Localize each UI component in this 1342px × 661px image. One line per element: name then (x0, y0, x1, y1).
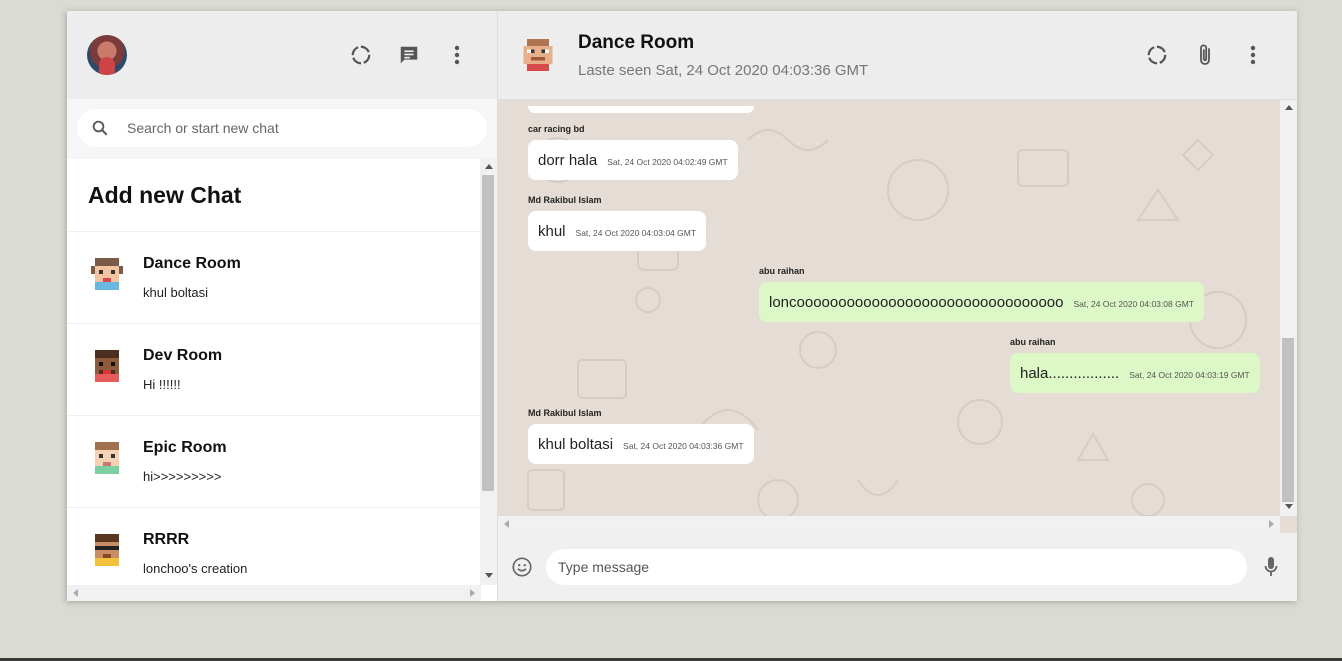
new-chat-icon[interactable] (397, 43, 421, 67)
chat-scrollbar[interactable] (1280, 100, 1297, 516)
chat-item-name: RRRR (143, 531, 190, 548)
chat-item-epic-room[interactable]: Epic Room hi>>>>>>>>> (67, 416, 481, 508)
message-sender: abu raihan (759, 266, 805, 276)
message-input[interactable] (546, 549, 1247, 585)
chat-item-last-message: Hi !!!!!! (143, 377, 181, 392)
chat-body: car racing bd dorr hala Sat, 24 Oct 2020… (498, 100, 1297, 533)
message-timestamp: Sat, 24 Oct 2020 04:03:08 GMT (1073, 299, 1194, 309)
message-bubble: dorr hala Sat, 24 Oct 2020 04:02:49 GMT (528, 140, 738, 180)
scrollbar-thumb[interactable] (1282, 338, 1294, 502)
sidebar-header (67, 11, 497, 99)
menu-dots-icon[interactable] (445, 43, 469, 67)
chat-item-last-message: lonchoo's creation (143, 561, 248, 576)
pixel-avatar-icon (95, 442, 119, 474)
pixel-avatar-icon (95, 534, 119, 566)
scrollbar-thumb[interactable] (482, 175, 494, 491)
chat-footer (498, 533, 1297, 601)
sidebar-header-icons (349, 43, 469, 67)
message-bubble-partial (528, 106, 754, 113)
search-input[interactable] (127, 120, 427, 136)
chat-horizontal-scrollbar[interactable] (498, 516, 1280, 533)
add-new-chat[interactable]: Add new Chat (67, 159, 481, 232)
chat-panel: Dance Room Laste seen Sat, 24 Oct 2020 0… (498, 11, 1297, 601)
message-timestamp: Sat, 24 Oct 2020 04:03:04 GMT (575, 228, 697, 238)
pixel-avatar-icon (95, 350, 119, 382)
search-box[interactable] (77, 109, 487, 147)
message-sender: Md Rakibul Islam (528, 195, 602, 205)
scroll-right-arrow-icon[interactable] (1269, 520, 1274, 528)
chat-item-name: Dance Room (143, 255, 241, 272)
user-avatar[interactable] (87, 35, 127, 75)
message-text: hala................. (1020, 365, 1120, 382)
chat-list: Add new Chat Dance Room khul boltasi Dev… (67, 159, 481, 585)
message-sender: abu raihan (1010, 337, 1056, 347)
scroll-left-arrow-icon[interactable] (73, 589, 78, 597)
message-text: loncoooooooooooooooooooooooooooooooo (769, 294, 1064, 311)
message-text: dorr hala (538, 152, 598, 169)
room-name: Dance Room (578, 31, 695, 53)
scroll-up-arrow-icon[interactable] (485, 164, 493, 169)
message-text: khul boltasi (538, 436, 614, 453)
message-item-mine: abu raihan hala................. Sat, 24… (1010, 337, 1260, 393)
room-avatar-icon[interactable] (520, 35, 556, 75)
message-text: khul (538, 223, 566, 240)
message-partial (528, 100, 754, 118)
chat-header-icons (1145, 43, 1265, 67)
chat-item-name: Dev Room (143, 347, 223, 364)
scroll-up-arrow-icon[interactable] (1285, 105, 1293, 110)
scroll-left-arrow-icon[interactable] (504, 520, 509, 528)
chat-header: Dance Room Laste seen Sat, 24 Oct 2020 0… (498, 11, 1297, 100)
chat-item-last-message: khul boltasi (143, 285, 209, 300)
message-bubble: loncoooooooooooooooooooooooooooooooo Sat… (759, 282, 1204, 322)
chat-item-dance-room[interactable]: Dance Room khul boltasi (67, 232, 481, 324)
add-new-chat-label: Add new Chat (88, 181, 242, 208)
attach-icon[interactable] (1193, 43, 1217, 67)
chat-list-horizontal-scrollbar[interactable] (67, 585, 481, 601)
menu-dots-icon[interactable] (1241, 43, 1265, 67)
message-item: Md Rakibul Islam khul boltasi Sat, 24 Oc… (528, 408, 754, 464)
message-bubble: khul boltasi Sat, 24 Oct 2020 04:03:36 G… (528, 424, 754, 464)
pixel-avatar-icon (91, 258, 123, 290)
emoji-icon[interactable] (510, 555, 534, 579)
sidebar: Add new Chat Dance Room khul boltasi (67, 11, 498, 601)
message-bubble: khul Sat, 24 Oct 2020 04:03:04 GMT (528, 211, 707, 251)
search-icon (92, 120, 108, 136)
message-timestamp: Sat, 24 Oct 2020 04:03:19 GMT (1129, 370, 1250, 380)
search-container (67, 99, 497, 159)
chat-item-name: Epic Room (143, 439, 227, 456)
chat-item-last-message: hi>>>>>>>>> (143, 469, 222, 484)
message-timestamp: Sat, 24 Oct 2020 04:03:36 GMT (623, 441, 744, 451)
chat-item-rrrr[interactable]: RRRR lonchoo's creation (67, 508, 481, 585)
scroll-down-arrow-icon[interactable] (1285, 504, 1293, 509)
message-item: car racing bd dorr hala Sat, 24 Oct 2020… (528, 124, 738, 180)
message-bubble: hala................. Sat, 24 Oct 2020 0… (1010, 353, 1260, 393)
message-item: Md Rakibul Islam khul Sat, 24 Oct 2020 0… (528, 195, 707, 251)
scroll-right-arrow-icon[interactable] (470, 589, 475, 597)
chat-list-area: Add new Chat Dance Room khul boltasi Dev… (67, 159, 497, 601)
whatsapp-clone-app: Add new Chat Dance Room khul boltasi (67, 11, 1297, 601)
chat-item-dev-room[interactable]: Dev Room Hi !!!!!! (67, 324, 481, 416)
last-seen: Laste seen Sat, 24 Oct 2020 04:03:36 GMT (578, 61, 869, 79)
chat-list-scrollbar[interactable] (480, 159, 497, 585)
scroll-down-arrow-icon[interactable] (485, 573, 493, 578)
status-icon[interactable] (349, 43, 373, 67)
search-messages-icon[interactable] (1145, 43, 1169, 67)
message-sender: car racing bd (528, 124, 585, 134)
message-timestamp: Sat, 24 Oct 2020 04:02:49 GMT (607, 157, 728, 167)
message-item-mine: abu raihan loncooooooooooooooooooooooooo… (759, 266, 1204, 322)
microphone-icon[interactable] (1259, 555, 1283, 579)
message-sender: Md Rakibul Islam (528, 408, 602, 418)
